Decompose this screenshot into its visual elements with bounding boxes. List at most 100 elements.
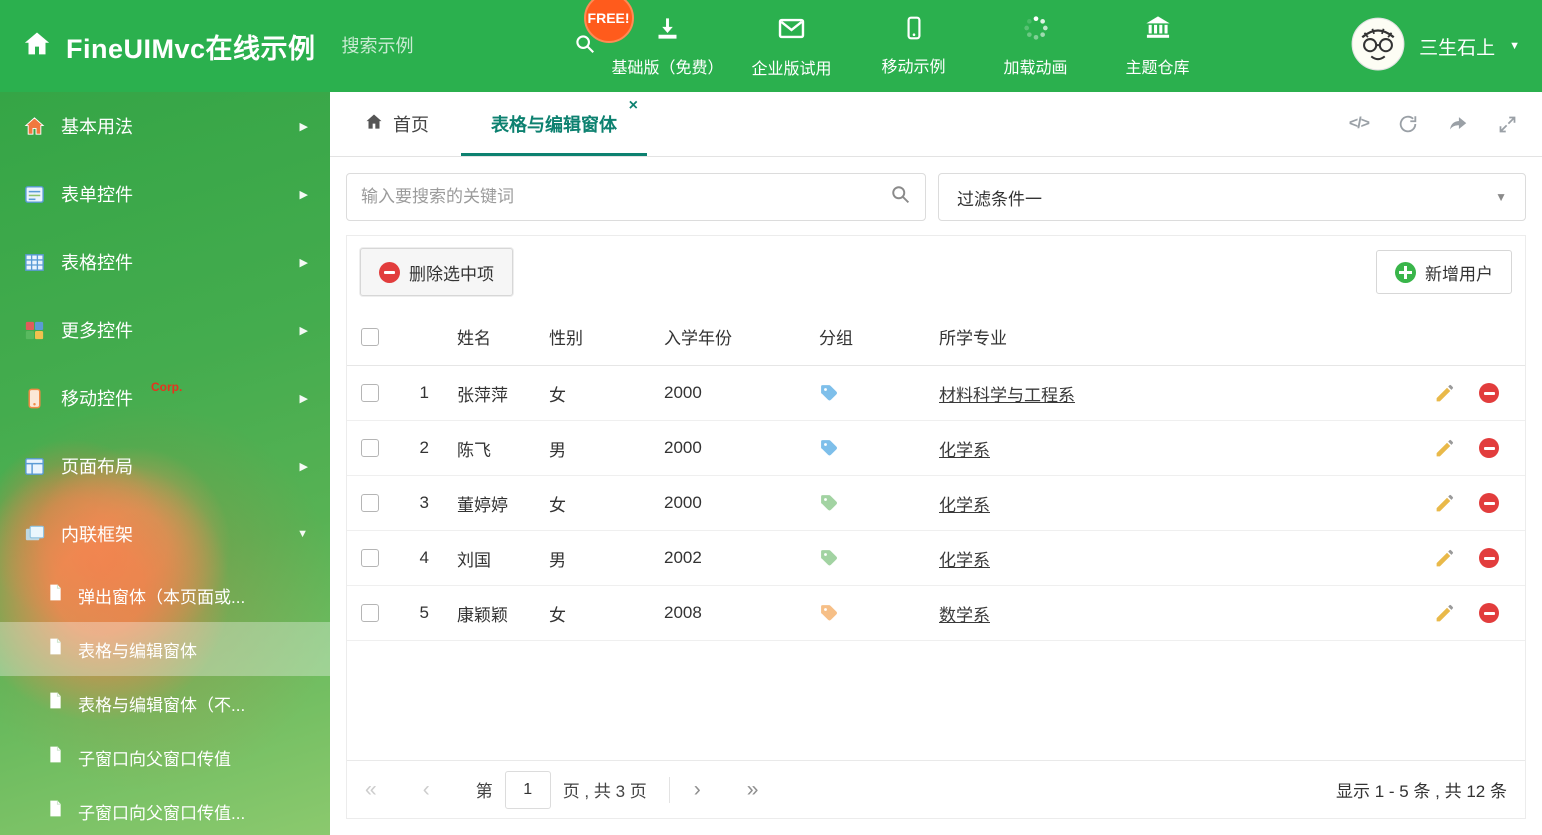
column-header-group: 分组 — [819, 329, 853, 348]
iframe-icon — [22, 522, 46, 546]
page-number-input[interactable] — [504, 770, 551, 809]
sidebar-subitem-label: 子窗口向父窗口传值 — [78, 749, 231, 769]
major-link[interactable]: 化学系 — [939, 496, 990, 515]
sidebar-item-label: 更多控件 — [61, 321, 133, 341]
cell-year: 2000 — [664, 383, 702, 402]
table-row: 5 康颖颖 女 2008 数学系 — [347, 586, 1525, 641]
table-header-row: 姓名 性别 入学年份 分组 所学专业 — [347, 308, 1525, 366]
plus-circle-icon — [1395, 261, 1416, 283]
edit-icon[interactable] — [1434, 438, 1455, 459]
view-source-icon[interactable]: </> — [1349, 115, 1370, 133]
prev-page-button[interactable]: ‹ — [423, 779, 430, 800]
major-link[interactable]: 材料科学与工程系 — [939, 386, 1075, 405]
sidebar-item-page-layout[interactable]: 页面布局 ▶ — [0, 432, 330, 500]
column-header-gender: 性别 — [549, 329, 583, 348]
header-search-input[interactable] — [341, 35, 574, 57]
delete-icon[interactable] — [1479, 493, 1499, 513]
spinner-icon — [1022, 14, 1050, 47]
keyword-search — [346, 173, 926, 221]
form-icon — [22, 182, 46, 206]
tab-strip: 首页 表格与编辑窗体 × </> — [330, 92, 1542, 157]
record-summary: 显示 1 - 5 条 , 共 12 条 — [1336, 782, 1507, 801]
cell-gender: 女 — [549, 495, 566, 515]
chevron-right-icon: ▶ — [299, 392, 308, 405]
file-icon — [46, 583, 65, 607]
nav-enterprise-trial[interactable]: 企业版试用 — [738, 14, 846, 79]
page-count-text: 页 , 共 3 页 — [562, 782, 647, 801]
row-checkbox[interactable] — [361, 384, 379, 402]
edit-icon[interactable] — [1434, 603, 1455, 624]
bank-icon — [1144, 14, 1172, 47]
chevron-down-icon: ▼ — [297, 528, 308, 540]
tab-close-icon[interactable]: × — [629, 97, 638, 115]
nav-label: 企业版试用 — [751, 60, 832, 78]
major-link[interactable]: 化学系 — [939, 551, 990, 570]
top-header: FineUIMvc在线示例 FREE! 基础版（免费） 企业版试用 — [0, 0, 1542, 92]
sidebar-item-basic-usage[interactable]: 基本用法 ▶ — [0, 92, 330, 160]
row-checkbox[interactable] — [361, 494, 379, 512]
nav-mobile-demo[interactable]: 移动示例 — [860, 14, 968, 79]
tab-grid-edit-window[interactable]: 表格与编辑窗体 × — [461, 92, 647, 156]
sidebar-item-grid-controls[interactable]: 表格控件 ▶ — [0, 228, 330, 296]
column-header-name: 姓名 — [457, 329, 491, 348]
fullscreen-icon[interactable] — [1497, 114, 1518, 135]
nav-loading-animation[interactable]: 加载动画 — [982, 14, 1090, 79]
nav-basic-free[interactable]: FREE! 基础版（免费） — [583, 0, 724, 79]
edit-icon[interactable] — [1434, 548, 1455, 569]
last-page-button[interactable]: » — [747, 779, 759, 800]
blocks-icon — [22, 318, 46, 342]
search-icon[interactable] — [890, 184, 911, 210]
sidebar-subitem-grid-edit-window-2[interactable]: 表格与编辑窗体（不... — [0, 676, 330, 730]
sidebar-subitem-popup-window[interactable]: 弹出窗体（本页面或... — [0, 568, 330, 622]
add-user-label: 新增用户 — [1425, 264, 1493, 284]
edit-icon[interactable] — [1434, 493, 1455, 514]
major-link[interactable]: 数学系 — [939, 606, 990, 625]
grid-toolbar: 删除选中项 新增用户 — [347, 236, 1525, 308]
nav-theme-repo[interactable]: 主题仓库 — [1104, 14, 1212, 79]
filter-dropdown[interactable]: 过滤条件一 ▼ — [938, 173, 1526, 221]
cell-name: 刘国 — [457, 550, 491, 570]
brand[interactable]: FineUIMvc在线示例 — [22, 27, 316, 66]
free-badge: FREE! — [583, 0, 634, 43]
chevron-right-icon: ▶ — [299, 120, 308, 133]
sidebar-item-more-controls[interactable]: 更多控件 ▶ — [0, 296, 330, 364]
select-all-checkbox[interactable] — [361, 327, 379, 346]
sidebar-item-iframe[interactable]: 内联框架 ▼ — [0, 500, 330, 568]
content-area: 过滤条件一 ▼ 删除选中项 新增用户 — [330, 157, 1542, 835]
edit-icon[interactable] — [1434, 383, 1455, 404]
cell-name: 张萍萍 — [457, 385, 508, 405]
add-user-button[interactable]: 新增用户 — [1376, 250, 1512, 294]
user-menu[interactable]: 三生石上 ▼ — [1351, 17, 1520, 76]
minus-circle-icon — [379, 261, 400, 283]
tag-icon — [819, 383, 839, 403]
delete-icon[interactable] — [1479, 603, 1499, 623]
delete-icon[interactable] — [1479, 383, 1499, 403]
delete-icon[interactable] — [1479, 548, 1499, 568]
sidebar-item-label: 内联框架 — [61, 525, 133, 545]
row-checkbox[interactable] — [361, 439, 379, 457]
keyword-search-input[interactable] — [361, 187, 890, 207]
tab-home[interactable]: 首页 — [346, 92, 447, 156]
corp-badge: Corp. — [151, 380, 183, 394]
sidebar-subitem-child-to-parent[interactable]: 子窗口向父窗口传值 — [0, 730, 330, 784]
sidebar-item-form-controls[interactable]: 表单控件 ▶ — [0, 160, 330, 228]
sidebar-subitem-label: 弹出窗体（本页面或... — [78, 587, 246, 607]
chevron-down-icon: ▼ — [1509, 40, 1520, 52]
delete-selected-button[interactable]: 删除选中项 — [360, 248, 513, 296]
sidebar-item-mobile-controls[interactable]: 移动控件 Corp. ▶ — [0, 364, 330, 432]
row-index: 1 — [419, 383, 429, 402]
sidebar-item-label: 基本用法 — [61, 117, 133, 137]
first-page-button[interactable]: « — [365, 779, 377, 800]
next-page-button[interactable]: › — [694, 779, 701, 800]
sidebar-subitem-child-to-parent-2[interactable]: 子窗口向父窗口传值... — [0, 784, 330, 835]
refresh-icon[interactable] — [1397, 113, 1419, 135]
file-icon — [46, 799, 65, 823]
sidebar-subitem-grid-edit-window[interactable]: 表格与编辑窗体 — [0, 622, 330, 676]
major-link[interactable]: 化学系 — [939, 441, 990, 460]
cell-gender: 男 — [549, 550, 566, 570]
open-new-window-icon[interactable] — [1447, 113, 1469, 135]
delete-icon[interactable] — [1479, 438, 1499, 458]
row-checkbox[interactable] — [361, 604, 379, 622]
row-checkbox[interactable] — [361, 549, 379, 567]
nav-label: 基础版（免费） — [611, 59, 724, 77]
